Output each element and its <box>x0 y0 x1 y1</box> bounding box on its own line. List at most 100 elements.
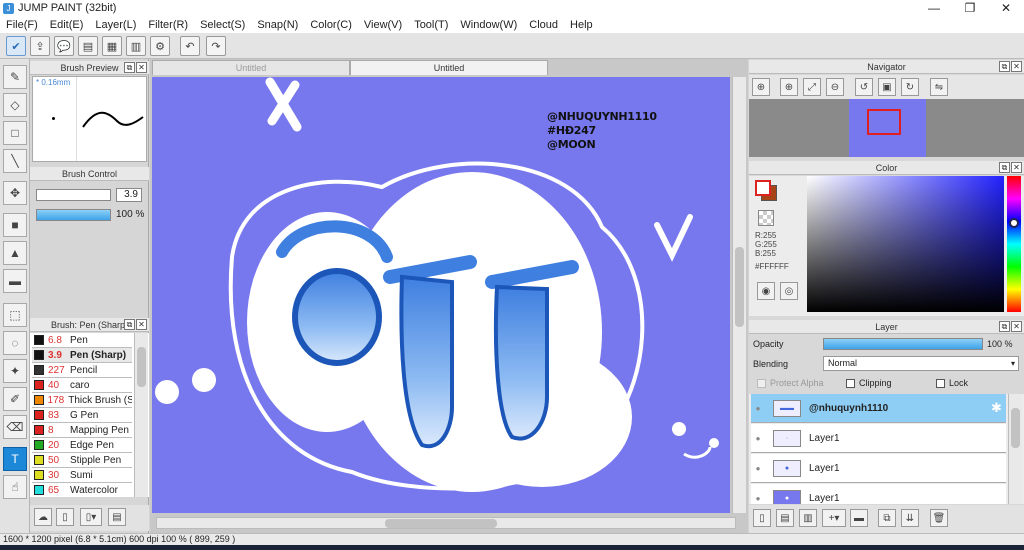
lock-checkbox[interactable] <box>936 379 945 388</box>
menu-color[interactable]: Color(C) <box>304 19 358 31</box>
rotate-reset-icon[interactable]: ▣ <box>878 78 896 96</box>
scroll-thumb[interactable] <box>1011 408 1020 448</box>
text-tool-icon[interactable]: T <box>3 447 27 471</box>
clipping-checkbox[interactable] <box>846 379 855 388</box>
undo-icon[interactable]: ↶ <box>180 36 200 56</box>
brush-cloud-icon[interactable]: ☁ <box>34 508 52 526</box>
eye-icon[interactable]: ● <box>751 404 765 413</box>
menu-file[interactable]: File(F) <box>0 19 44 31</box>
panel-close-icon[interactable]: ✕ <box>1011 321 1022 332</box>
panel-close-icon[interactable]: ✕ <box>1011 162 1022 173</box>
layer-list-scrollbar[interactable] <box>1008 394 1022 504</box>
hue-slider[interactable] <box>1007 176 1021 312</box>
close-button[interactable]: ✕ <box>988 0 1024 16</box>
rotate-left-icon[interactable]: ↺ <box>855 78 873 96</box>
restore-button[interactable]: ❐ <box>952 0 988 16</box>
palette-icon[interactable]: ◉ <box>757 282 775 300</box>
rotate-right-icon[interactable]: ↻ <box>901 78 919 96</box>
gear-icon[interactable]: ✱ <box>991 400 1002 416</box>
canvas-horizontal-scrollbar[interactable] <box>156 517 736 529</box>
share-icon[interactable]: ⇪ <box>30 36 50 56</box>
trash-icon[interactable]: 🗑 <box>930 509 948 527</box>
cloud-sync-icon[interactable]: ✔ <box>6 36 26 56</box>
menu-filter[interactable]: Filter(R) <box>142 19 194 31</box>
brush-settings-icon[interactable]: ▤ <box>108 508 126 526</box>
float-icon[interactable]: ⧉ <box>999 321 1010 332</box>
menu-cloud[interactable]: Cloud <box>523 19 564 31</box>
fit-icon[interactable]: ⤢ <box>803 78 821 96</box>
duplicate-layer-icon[interactable]: ⧉ <box>878 509 896 527</box>
fill-rect-tool-icon[interactable]: ■ <box>3 213 27 237</box>
panel-close-icon[interactable]: ✕ <box>136 319 147 330</box>
eye-icon[interactable]: ● <box>751 464 765 473</box>
add-layer-dropdown-icon[interactable]: +▾ <box>822 509 846 527</box>
new-raster-icon[interactable]: ▤ <box>776 509 794 527</box>
brush-add-dropdown-icon[interactable]: ▯▾ <box>80 508 102 526</box>
brush-list-item[interactable]: 50 Stipple Pen <box>32 453 132 468</box>
transparent-swatch[interactable] <box>758 210 774 226</box>
brush-list-item[interactable]: 8 Mapping Pen <box>32 423 132 438</box>
blending-select[interactable]: Normal ▾ <box>823 356 1019 371</box>
menu-select[interactable]: Select(S) <box>194 19 251 31</box>
select-pen-icon[interactable]: ✐ <box>3 387 27 411</box>
scroll-thumb[interactable] <box>735 247 744 327</box>
brush-list-item[interactable]: 65 Watercolor <box>32 483 132 497</box>
hue-handle[interactable] <box>1009 218 1019 228</box>
tab-untitled-1[interactable]: Untitled <box>152 60 350 75</box>
brush-size-slider[interactable] <box>36 189 111 201</box>
menu-edit[interactable]: Edit(E) <box>44 19 90 31</box>
eye-icon[interactable]: ● <box>751 494 765 503</box>
rect-select-icon[interactable]: ⬚ <box>3 303 27 327</box>
lasso-select-icon[interactable]: ◌ <box>3 331 27 355</box>
page-icon[interactable]: ▥ <box>126 36 146 56</box>
brush-list-scrollbar[interactable] <box>134 333 148 497</box>
bucket-tool-icon[interactable]: ▲ <box>3 241 27 265</box>
layer-row[interactable]: ● ● Layer1 <box>751 454 1006 483</box>
brush-list-item[interactable]: 20 Edge Pen <box>32 438 132 453</box>
magic-wand-icon[interactable]: ✦ <box>3 359 27 383</box>
brush-list-item[interactable]: 178 Thick Brush (Sl <box>32 393 132 408</box>
menu-help[interactable]: Help <box>564 19 599 31</box>
comment-icon[interactable]: 💬 <box>54 36 74 56</box>
menu-window[interactable]: Window(W) <box>454 19 523 31</box>
line-tool-icon[interactable]: ╲ <box>3 149 27 173</box>
scroll-thumb[interactable] <box>385 519 497 528</box>
navigator-viewport[interactable] <box>867 109 901 135</box>
scroll-thumb[interactable] <box>137 347 146 387</box>
layer-row[interactable]: ● · Layer1 <box>751 424 1006 453</box>
float-icon[interactable]: ⧉ <box>124 319 135 330</box>
tab-untitled-2[interactable]: Untitled <box>350 60 548 75</box>
panel-close-icon[interactable]: ✕ <box>136 62 147 73</box>
zoom-in-icon[interactable]: ⊕ <box>752 78 770 96</box>
eye-icon[interactable]: ● <box>751 434 765 443</box>
brush-list-item[interactable]: 30 Sumi <box>32 468 132 483</box>
new-8bit-icon[interactable]: ▥ <box>799 509 817 527</box>
canvas-vertical-scrollbar[interactable] <box>732 77 746 513</box>
brush-list-item[interactable]: 3.9 Pen (Sharp) <box>32 348 132 363</box>
move-tool-icon[interactable]: ✥ <box>3 181 27 205</box>
redo-icon[interactable]: ↷ <box>206 36 226 56</box>
zoom-plus-icon[interactable]: ⊕ <box>780 78 798 96</box>
saturation-value-picker[interactable] <box>807 176 1004 312</box>
drawing-canvas[interactable]: @NHUQUYNH1110 #HĐ247 @MOON <box>152 77 730 513</box>
navigator-view[interactable] <box>749 99 1024 157</box>
new-brush-icon[interactable]: ▯ <box>56 508 74 526</box>
brush-list-item[interactable]: 40 caro <box>32 378 132 393</box>
menu-tool[interactable]: Tool(T) <box>408 19 454 31</box>
folder-icon[interactable]: ▬ <box>850 509 868 527</box>
chat-icon[interactable]: ▤ <box>78 36 98 56</box>
gradient-tool-icon[interactable]: ▬ <box>3 269 27 293</box>
operation-tool-icon[interactable]: ☝ <box>3 475 27 499</box>
brush-size-value[interactable]: 3.9 <box>116 188 142 202</box>
layer-row[interactable]: ● ▬▬ @nhuquynh1110 ✱ <box>751 394 1006 423</box>
minimize-button[interactable]: — <box>916 0 952 16</box>
shape-tool-icon[interactable]: □ <box>3 121 27 145</box>
float-icon[interactable]: ⧉ <box>999 61 1010 72</box>
new-layer-icon[interactable]: ▯ <box>753 509 771 527</box>
merge-layer-icon[interactable]: ⇊ <box>901 509 919 527</box>
document-icon[interactable]: ▦ <box>102 36 122 56</box>
float-icon[interactable]: ⧉ <box>124 62 135 73</box>
menu-snap[interactable]: Snap(N) <box>251 19 304 31</box>
foreground-color-swatch[interactable] <box>755 180 771 196</box>
panel-close-icon[interactable]: ✕ <box>1011 61 1022 72</box>
